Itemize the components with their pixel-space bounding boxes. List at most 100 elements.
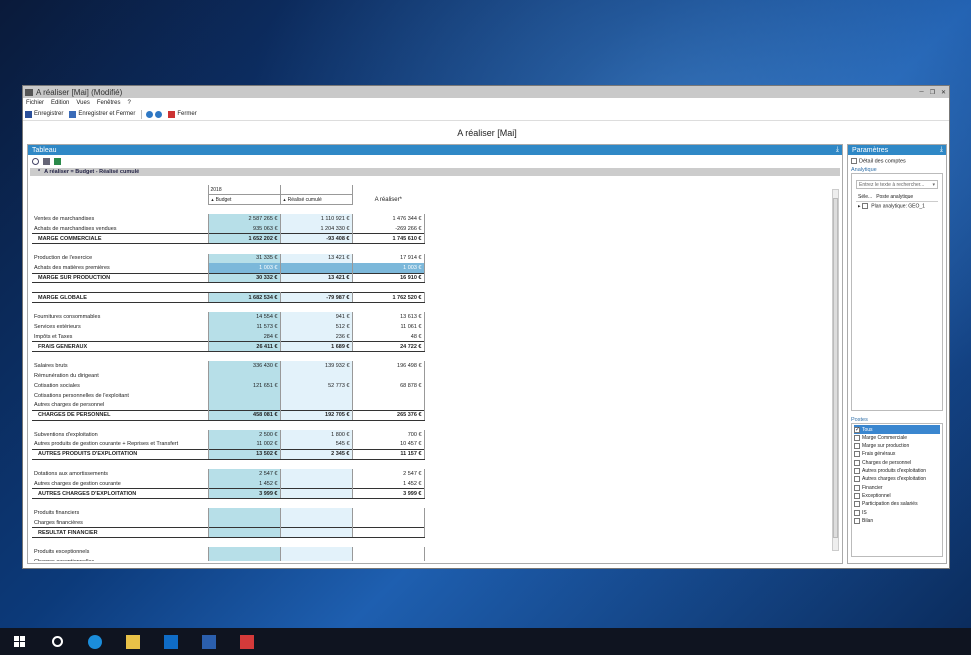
- a-realiser-cell[interactable]: 1 762 520 €: [352, 292, 425, 304]
- budget-cell[interactable]: [208, 351, 280, 362]
- budget-cell[interactable]: [207, 527, 281, 539]
- poste-checkbox[interactable]: [854, 443, 860, 450]
- budget-cell[interactable]: 11 573 €: [207, 322, 281, 332]
- realise-cell[interactable]: 52 773 €: [280, 380, 353, 391]
- poste-item[interactable]: Tous: [854, 425, 940, 434]
- a-realiser-cell[interactable]: [352, 537, 424, 548]
- realise-cell[interactable]: [280, 390, 353, 401]
- poste-checkbox[interactable]: [854, 468, 860, 475]
- budget-cell[interactable]: [207, 557, 281, 561]
- a-realiser-cell[interactable]: [352, 302, 424, 313]
- table-row[interactable]: Produits financiers: [32, 508, 425, 519]
- a-realiser-cell[interactable]: 196 498 €: [352, 361, 425, 372]
- total-row[interactable]: CHARGES DE PERSONNEL 458 081 €192 705 €26…: [32, 409, 425, 421]
- a-realiser-cell[interactable]: [352, 557, 425, 561]
- a-realiser-cell[interactable]: [352, 351, 424, 362]
- a-realiser-cell[interactable]: [352, 508, 425, 519]
- realise-cell[interactable]: [280, 204, 352, 215]
- table-row[interactable]: Services extérieurs 11 573 €512 €11 061 €: [32, 322, 425, 332]
- realise-cell[interactable]: [280, 547, 353, 558]
- poste-item[interactable]: Financier: [854, 484, 940, 492]
- a-realiser-cell[interactable]: [352, 498, 424, 509]
- realise-cell[interactable]: [280, 488, 353, 499]
- budget-cell[interactable]: 121 651 €: [207, 380, 281, 391]
- zoom-icon[interactable]: [32, 157, 39, 165]
- poste-checkbox[interactable]: [854, 434, 860, 441]
- total-row[interactable]: MARGE SUR PRODUCTION 30 332 €13 421 €16 9…: [32, 272, 425, 284]
- budget-cell[interactable]: 14 554 €: [207, 312, 281, 323]
- a-realiser-cell[interactable]: [352, 459, 424, 470]
- a-realiser-cell[interactable]: 48 €: [352, 331, 425, 342]
- table-row[interactable]: Charges exceptionnelles: [32, 557, 425, 561]
- word-icon[interactable]: [190, 628, 228, 655]
- a-realiser-cell[interactable]: 700 €: [352, 429, 425, 440]
- budget-cell[interactable]: 284 €: [207, 331, 281, 342]
- realise-cell[interactable]: 192 705 €: [280, 409, 353, 421]
- a-realiser-cell[interactable]: -269 266 €: [352, 224, 425, 234]
- table-row[interactable]: Fournitures consommables 14 554 €941 €13 …: [32, 312, 425, 323]
- a-realiser-cell[interactable]: 1 003 €: [352, 263, 425, 274]
- budget-cell[interactable]: 336 430 €: [207, 361, 281, 372]
- table-row[interactable]: Cotisations personnelles de l'exploitant: [32, 390, 425, 401]
- pin-icon[interactable]: ⤓: [836, 146, 839, 154]
- a-realiser-cell[interactable]: 1 745 610 €: [352, 233, 425, 245]
- realise-cell[interactable]: [280, 243, 352, 254]
- a-realiser-cell[interactable]: 1 452 €: [352, 478, 425, 489]
- table-row[interactable]: Dotations aux amortissements 2 547 € 2 547…: [32, 469, 425, 479]
- budget-cell[interactable]: [207, 390, 281, 401]
- poste-checkbox[interactable]: [854, 517, 860, 524]
- col-areal-header[interactable]: A réaliser*: [351, 194, 424, 205]
- realise-cell[interactable]: [280, 469, 353, 479]
- close-icon[interactable]: ✕: [938, 89, 949, 96]
- budget-cell[interactable]: [208, 459, 280, 470]
- realise-cell[interactable]: [280, 351, 352, 362]
- poste-item[interactable]: Marge sur production: [854, 442, 940, 450]
- a-realiser-cell[interactable]: 11 157 €: [352, 449, 425, 460]
- poste-checkbox[interactable]: [854, 476, 860, 483]
- poste-checkbox[interactable]: [854, 501, 860, 508]
- realise-cell[interactable]: 236 €: [280, 331, 353, 342]
- col-realise-header[interactable]: ▲ Réalisé cumulé: [279, 194, 353, 206]
- realise-cell[interactable]: 139 932 €: [280, 361, 353, 372]
- budget-cell[interactable]: [208, 420, 280, 430]
- chevron-down-icon[interactable]: ▾: [932, 182, 935, 188]
- realise-cell[interactable]: [280, 527, 353, 539]
- table-row[interactable]: Produits exceptionnels: [32, 547, 425, 558]
- a-realiser-cell[interactable]: [352, 547, 425, 558]
- a-realiser-cell[interactable]: 265 376 €: [352, 409, 425, 421]
- budget-cell[interactable]: 2 547 €: [207, 469, 281, 479]
- detail-comptes-option[interactable]: Détail des comptes: [851, 158, 943, 164]
- realise-cell[interactable]: [280, 371, 353, 381]
- a-realiser-cell[interactable]: 10 457 €: [352, 439, 425, 450]
- table-row[interactable]: Rémunération du dirigeant: [32, 371, 425, 381]
- budget-cell[interactable]: 11 002 €: [207, 439, 281, 450]
- scrollbar-thumb[interactable]: [833, 198, 838, 538]
- realise-cell[interactable]: -79 987 €: [280, 292, 353, 304]
- budget-cell[interactable]: 31 335 €: [207, 253, 281, 264]
- total-row[interactable]: FRAIS GENERAUX 26 411 €1 689 €24 722 €: [32, 341, 425, 353]
- budget-cell[interactable]: 1 682 534 €: [207, 292, 281, 304]
- table-row[interactable]: Impôts et Taxes 284 €236 €48 €: [32, 331, 425, 342]
- poste-item[interactable]: Autres charges d'exploitation: [854, 475, 940, 483]
- realise-cell[interactable]: [280, 302, 352, 313]
- total-row[interactable]: RESULTAT FINANCIER: [32, 527, 425, 539]
- a-realiser-cell[interactable]: 16 910 €: [352, 272, 425, 284]
- a-realiser-cell[interactable]: 13 613 €: [352, 312, 425, 323]
- outlook-icon[interactable]: [152, 628, 190, 655]
- poste-checkbox[interactable]: [854, 484, 860, 491]
- realise-cell[interactable]: -93 408 €: [280, 233, 353, 245]
- windows-start-icon[interactable]: [0, 628, 38, 655]
- a-realiser-cell[interactable]: 1 476 344 €: [352, 214, 425, 225]
- total-row[interactable]: MARGE COMMERCIALE 1 652 202 € -93 408 €1 7…: [32, 233, 425, 245]
- vertical-scrollbar[interactable]: [832, 189, 839, 551]
- restore-icon[interactable]: ❐: [927, 89, 938, 96]
- poste-item[interactable]: Exceptionnel: [854, 492, 940, 500]
- table-row[interactable]: Ventes de marchandises 2 587 265 €1 110 9…: [32, 214, 425, 225]
- realise-cell[interactable]: 941 €: [280, 312, 353, 323]
- budget-cell[interactable]: [208, 537, 280, 548]
- poste-checkbox[interactable]: [854, 459, 860, 466]
- col-budget-header[interactable]: ▲ Budget: [207, 194, 281, 206]
- a-realiser-cell[interactable]: [352, 518, 425, 528]
- poste-item[interactable]: Participation des salariés: [854, 500, 940, 508]
- realise-cell[interactable]: [280, 400, 353, 411]
